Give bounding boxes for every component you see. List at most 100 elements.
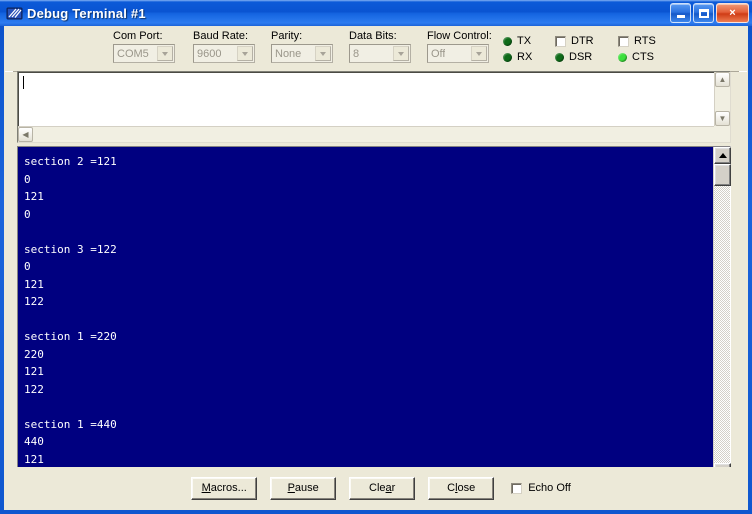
close-button[interactable]: Close [428,476,495,500]
echo-off-label: Echo Off [528,482,571,494]
terminal-vertical-scroll-thumb[interactable] [714,164,731,186]
text-caret [23,76,24,89]
tx-indicator: TX [503,35,555,47]
clear-button[interactable]: Clear [349,476,416,500]
client-area: Com Port: COM5 Baud Rate: 9600 Parity: N… [4,26,748,510]
accel-p: P [287,482,295,494]
input-scrollbar-corner [714,126,730,142]
signal-row-bottom: RX DSR CTS [503,49,656,65]
pause-button-label: Pause [287,482,319,494]
connection-toolbar: Com Port: COM5 Baud Rate: 9600 Parity: N… [5,27,747,72]
tx-label: TX [517,35,532,47]
dsr-label: DSR [569,51,593,63]
dsr-indicator: DSR [555,51,618,63]
maximize-button[interactable] [693,3,714,23]
dtr-indicator[interactable]: DTR [555,35,618,47]
rts-label: RTS [634,35,656,47]
flow-control-value: Off [431,47,446,60]
data-bits-label: Data Bits: [349,30,397,42]
dtr-label: DTR [571,35,594,47]
cts-label: CTS [632,51,654,63]
rts-indicator[interactable]: RTS [618,35,656,47]
parity-combo[interactable]: None [271,44,333,63]
tx-led [503,36,512,46]
maximize-icon [698,8,709,18]
flow-control-label: Flow Control: [427,30,492,42]
terminal-scroll-up-button[interactable] [714,147,731,164]
com-port-label: Com Port: [113,30,163,42]
parity-field: Parity: None [271,30,333,63]
baud-rate-combo[interactable]: 9600 [193,44,255,63]
title-bar[interactable]: Debug Terminal #1 × [0,0,752,26]
send-input-box[interactable]: ▲ ▼ ◀ [17,71,731,143]
terminal-line: 121 [24,452,44,466]
input-scroll-down-button[interactable]: ▼ [715,111,730,126]
data-bits-value: 8 [353,47,360,60]
chevron-down-icon[interactable] [393,46,409,61]
com-port-field: Com Port: COM5 [113,30,175,63]
rx-label: RX [517,51,533,63]
input-horizontal-scrollbar[interactable]: ◀ [18,126,714,142]
minimize-button[interactable] [670,3,691,23]
clear-button-label: Clear [369,482,396,494]
terminal-line: section 2 =121 [24,155,117,168]
chevron-down-icon[interactable] [315,46,331,61]
data-bits-combo[interactable]: 8 [349,44,411,63]
window-title: Debug Terminal #1 [27,5,146,21]
terminal-line: 0 [24,172,31,186]
parity-value: None [275,47,302,60]
parity-label: Parity: [271,30,303,42]
echo-off-checkbox[interactable] [511,482,523,494]
baud-rate-value: 9600 [197,47,222,60]
rx-led [503,52,512,62]
terminal-output-panel[interactable]: section 2 =121 0 121 0 section 3 =122 0 121 12… [17,146,731,498]
terminal-line: section 1 =440 [24,417,117,431]
terminal-line: 220 [24,347,44,361]
pause-button[interactable]: Pause [270,476,337,500]
accel-l: l [455,482,458,494]
echo-off-control[interactable]: Echo Off [511,482,571,494]
terminal-line: 121 [24,277,44,291]
terminal-line: 122 [24,382,44,396]
terminal-icon [6,5,23,21]
flow-control-field: Flow Control: Off [427,30,492,63]
data-bits-field: Data Bits: 8 [349,30,411,63]
terminal-text-area[interactable]: section 2 =121 0 121 0 section 3 =122 0 121 12… [18,147,713,480]
chevron-down-icon[interactable] [237,46,253,61]
dsr-led [555,52,564,62]
baud-rate-field: Baud Rate: 9600 [193,30,255,63]
input-vertical-scrollbar[interactable]: ▲ ▼ [714,72,730,126]
debug-terminal-window: Debug Terminal #1 × Com Port: COM5 Baud … [0,0,752,514]
macros-button[interactable]: Macros... [191,476,258,500]
accel-m: M [201,482,211,494]
input-scroll-left-button[interactable]: ◀ [18,127,33,142]
terminal-line: 440 [24,435,44,448]
com-port-combo[interactable]: COM5 [113,44,175,63]
terminal-line: section 1 =220 [24,330,117,343]
action-button-bar: Macros... Pause Clear Close Echo Off [5,467,747,509]
dtr-checkbox[interactable] [555,35,566,47]
signal-row-top: TX DTR RTS [503,33,656,49]
caption-buttons: × [670,3,749,23]
signal-indicators: TX DTR RTS RX DSR CTS [503,33,656,65]
close-button-label: Close [447,482,476,494]
chevron-up-icon [718,153,727,158]
input-scroll-up-button[interactable]: ▲ [715,72,730,87]
flow-control-combo[interactable]: Off [427,44,489,63]
terminal-line: 0 [24,260,31,273]
close-button-titlebar[interactable]: × [716,3,749,23]
rts-checkbox[interactable] [618,35,629,47]
chevron-down-icon[interactable] [471,46,487,61]
chevron-down-icon[interactable] [157,46,173,61]
cts-indicator: CTS [618,51,654,63]
terminal-line: section 3 =122 [24,242,117,256]
com-port-value: COM5 [117,47,149,60]
close-icon: × [729,6,736,19]
rx-indicator: RX [503,51,555,63]
baud-rate-label: Baud Rate: [193,30,249,42]
accel-a: a [385,482,392,494]
terminal-vertical-scrollbar[interactable] [713,147,731,480]
